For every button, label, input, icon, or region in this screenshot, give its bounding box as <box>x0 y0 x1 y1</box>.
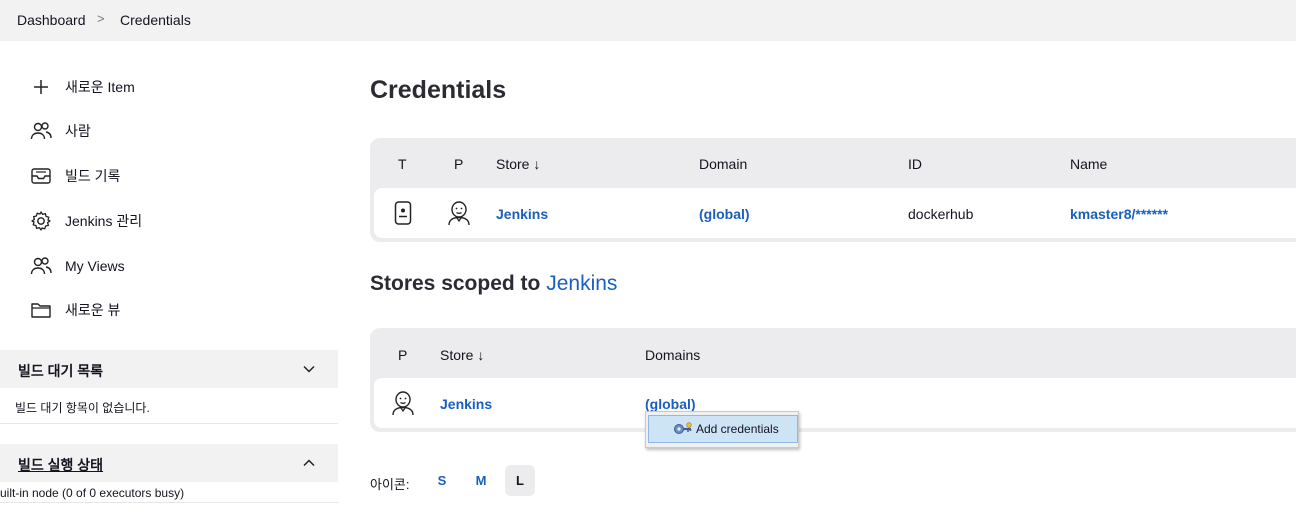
add-credentials-label: Add credentials <box>696 422 779 436</box>
sidebar-item-manage-jenkins[interactable]: Jenkins 관리 <box>30 209 142 233</box>
column-header-domain[interactable]: Domain <box>699 156 747 172</box>
credentials-table: T P Store ↓ Domain ID Name Jenkins (glob… <box>370 138 1296 242</box>
sidebar-item-new-item[interactable]: 새로운 Item <box>30 75 135 99</box>
sidebar-item-label: 빌드 기록 <box>65 168 121 184</box>
build-queue-title: 빌드 대기 목록 <box>18 363 104 379</box>
stores-heading-prefix: Stores scoped to <box>370 272 541 295</box>
column-header-id[interactable]: ID <box>908 156 922 172</box>
folder-icon <box>30 299 52 321</box>
jenkins-butler-icon <box>447 200 471 229</box>
icon-size-small-button[interactable]: S <box>427 465 457 496</box>
column-header-name[interactable]: Name <box>1070 156 1107 172</box>
stores-table: P Store ↓ Domains Jenkins (global) <box>370 328 1296 432</box>
chevron-up-icon[interactable] <box>302 456 316 470</box>
credential-name-link[interactable]: kmaster8/****** <box>1070 206 1168 222</box>
sidebar-item-label: My Views <box>65 258 125 274</box>
icon-size-medium-button[interactable]: M <box>466 465 496 496</box>
sidebar-item-label: Jenkins 관리 <box>65 213 143 229</box>
domain-link[interactable]: (global) <box>645 396 696 412</box>
mobile-device-icon <box>394 201 412 228</box>
domain-context-menu: Add credentials <box>645 411 799 448</box>
sidebar-item-build-history[interactable]: 빌드 기록 <box>30 164 120 188</box>
table-row: Jenkins (global) <box>374 378 1296 428</box>
store-link[interactable]: Jenkins <box>496 206 548 222</box>
credential-id: dockerhub <box>908 206 974 222</box>
icon-size-large-button[interactable]: L <box>505 465 535 496</box>
column-header-type: T <box>398 156 407 172</box>
column-header-provider: P <box>398 347 408 363</box>
build-queue-empty-message: 빌드 대기 항목이 없습니다. <box>15 401 150 415</box>
stores-heading-jenkins-link[interactable]: Jenkins <box>546 272 617 295</box>
build-queue-header[interactable]: 빌드 대기 목록 <box>0 350 338 388</box>
breadcrumb-credentials[interactable]: Credentials <box>120 12 191 28</box>
people-icon <box>30 120 52 142</box>
sidebar-item-label: 새로운 Item <box>65 79 135 95</box>
chevron-down-icon[interactable] <box>302 362 316 376</box>
sidebar-item-label: 새로운 뷰 <box>65 302 121 318</box>
column-header-store[interactable]: Store ↓ <box>440 347 484 363</box>
stores-heading: Stores scoped to Jenkins <box>370 272 617 296</box>
divider <box>0 502 338 503</box>
table-row: Jenkins (global) dockerhub kmaster8/****… <box>374 188 1296 238</box>
key-icon <box>674 422 692 434</box>
gear-icon <box>30 210 52 232</box>
add-credentials-menu-item[interactable]: Add credentials <box>648 415 798 443</box>
column-header-domains: Domains <box>645 347 701 363</box>
sidebar-item-label: 사람 <box>65 123 91 139</box>
executor-node-status[interactable]: uilt-in node (0 of 0 executors busy) <box>0 486 184 500</box>
icon-size-label: 아이콘: <box>370 477 410 492</box>
executor-status-header[interactable]: 빌드 실행 상태 <box>0 444 338 482</box>
divider <box>0 423 338 424</box>
page-title: Credentials <box>370 76 507 104</box>
plus-icon <box>30 76 52 98</box>
domain-link[interactable]: (global) <box>699 206 750 222</box>
breadcrumb-dashboard[interactable]: Dashboard <box>17 12 86 28</box>
inbox-icon <box>30 165 52 187</box>
sidebar-item-my-views[interactable]: My Views <box>30 254 125 278</box>
jenkins-butler-icon <box>391 390 415 419</box>
people-icon <box>30 255 52 277</box>
executor-status-title[interactable]: 빌드 실행 상태 <box>18 455 103 475</box>
breadcrumb-separator-icon: > <box>97 11 105 26</box>
breadcrumb-bar: Dashboard > Credentials <box>0 0 1296 41</box>
sidebar-item-new-view[interactable]: 새로운 뷰 <box>30 298 120 322</box>
column-header-provider: P <box>454 156 464 172</box>
column-header-store[interactable]: Store ↓ <box>496 156 540 172</box>
sidebar-item-people[interactable]: 사람 <box>30 119 91 143</box>
store-link[interactable]: Jenkins <box>440 396 492 412</box>
